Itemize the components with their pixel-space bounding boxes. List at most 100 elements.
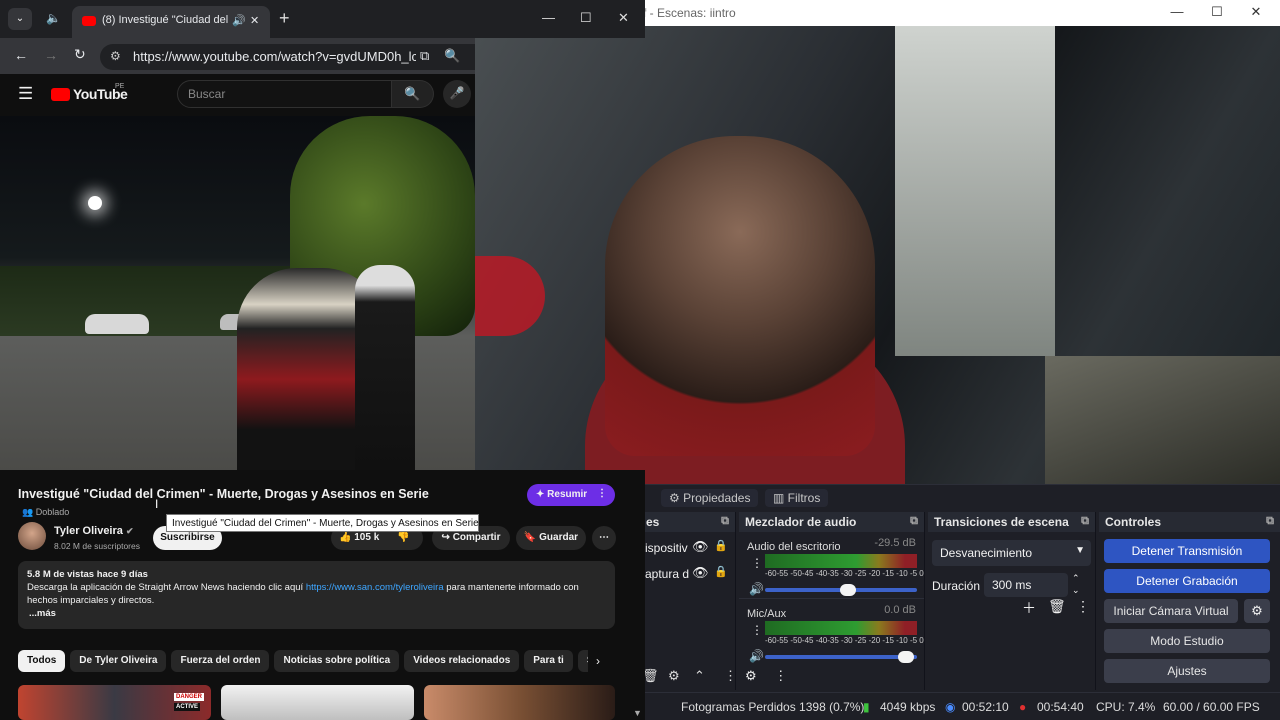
browser-window: ⌄ 🔈 (8) Investigué "Ciudad del C 🔊 ✕ + —…	[0, 0, 645, 470]
chevron-right-icon[interactable]: ›	[596, 654, 600, 668]
tab-audio-icon[interactable]: 🔈	[46, 11, 61, 25]
video-person-white-cap	[355, 265, 415, 470]
scroll-down-arrow[interactable]: ▼	[633, 708, 642, 718]
more-icon[interactable]: ⋮	[1076, 598, 1090, 615]
chip-politics-news[interactable]: Noticias sobre política	[274, 650, 400, 672]
add-icon[interactable]: ＋	[1022, 598, 1036, 618]
close-button[interactable]: ✕	[618, 10, 629, 26]
chip-recent[interactable]: Subidos recie	[577, 650, 588, 672]
preview-wall	[895, 26, 1055, 356]
properties-label: Propiedades	[683, 491, 751, 505]
minimize-button[interactable]: —	[1167, 4, 1187, 22]
forward-arrow-icon[interactable]: →	[44, 47, 58, 63]
channel-avatar[interactable]	[18, 522, 46, 550]
eye-icon[interactable]: 👁	[692, 539, 709, 555]
browser-tab-youtube[interactable]: (8) Investigué "Ciudad del C 🔊 ✕	[72, 6, 270, 38]
more-icon[interactable]: ⋮	[724, 668, 737, 684]
eye-icon[interactable]: 👁	[692, 565, 709, 581]
dock-popout-icon[interactable]: ⧉	[910, 515, 918, 528]
install-icon[interactable]: ⧉	[416, 48, 434, 64]
close-button[interactable]: ✕	[1246, 4, 1266, 22]
save-button[interactable]: 🔖 Guardar	[516, 526, 586, 550]
gear-icon[interactable]: ⚙	[745, 668, 757, 683]
gear-icon[interactable]: ⚙	[668, 668, 680, 684]
transitions-header: Transiciones de escena ⧉	[928, 512, 1095, 532]
search-icon: 🔍	[404, 86, 421, 101]
site-settings-icon[interactable]: ⚙	[110, 49, 121, 63]
tab-search-button[interactable]: ⌄	[8, 8, 32, 30]
duration-stepper[interactable]: ⌃ ⌄	[1072, 572, 1080, 596]
related-video-thumbnail[interactable]	[424, 685, 615, 720]
controls-title: Controles	[1105, 515, 1162, 529]
settings-button[interactable]: Ajustes	[1104, 659, 1270, 683]
search-button[interactable]: 🔍	[392, 80, 434, 108]
more-icon[interactable]: ⋮	[751, 623, 763, 637]
source-item-device[interactable]: ispositiv 👁 🔒	[640, 532, 735, 556]
voice-search-button[interactable]: 🎤	[443, 80, 471, 108]
tab-close-icon[interactable]: ✕	[250, 14, 259, 27]
lock-icon[interactable]: 🔒	[714, 565, 728, 578]
start-virtual-camera-button[interactable]: Iniciar Cámara Virtual	[1104, 599, 1238, 623]
gear-icon[interactable]: ⚙	[1244, 599, 1270, 623]
menu-icon[interactable]: ☰	[18, 84, 33, 104]
meter-scale: -60-55 -50-45 -40-35 -30 -25 -20 -15 -10…	[765, 636, 924, 645]
dock-popout-icon[interactable]: ⧉	[1081, 515, 1089, 528]
stop-streaming-button[interactable]: Detener Transmisión	[1104, 539, 1270, 563]
studio-mode-button[interactable]: Modo Estudio	[1104, 629, 1270, 653]
chip-channel[interactable]: De Tyler Oliveira	[70, 650, 167, 672]
volume-slider-handle[interactable]	[840, 584, 857, 596]
stop-recording-button[interactable]: Detener Grabación	[1104, 569, 1270, 593]
volume-slider[interactable]	[765, 651, 917, 663]
more-icon[interactable]: ⋮	[751, 556, 763, 570]
properties-button[interactable]: ⚙ Propiedades	[661, 489, 759, 507]
channel-name-row[interactable]: Tyler Oliveira ✔	[54, 525, 134, 537]
source-item-capture[interactable]: aptura d 👁 🔒	[640, 558, 735, 582]
more-icon[interactable]: ⋮	[597, 488, 607, 499]
trash-icon[interactable]: 🗑	[1048, 598, 1066, 615]
chip-for-you[interactable]: Para ti	[524, 650, 573, 672]
address-bar[interactable]: ⚙ https://www.youtube.com/watch?v=gvdUMD…	[100, 44, 475, 70]
show-more-link[interactable]: ...más	[27, 607, 606, 620]
chevron-up-icon[interactable]: ⌃	[694, 668, 705, 684]
chevron-down-icon: ▼	[1075, 545, 1085, 556]
duration-input[interactable]: 300 ms	[984, 573, 1068, 597]
new-tab-button[interactable]: +	[279, 8, 290, 29]
more-icon[interactable]: ⋮	[774, 668, 787, 683]
related-video-thumbnail[interactable]: DANGER ACTIVE	[18, 685, 211, 720]
channel-name: Audio del escritorio	[747, 541, 841, 553]
youtube-logo-icon[interactable]	[51, 88, 70, 101]
filters-label: Filtros	[787, 491, 821, 505]
share-icon: ↪	[441, 532, 450, 543]
transition-select[interactable]: Desvanecimiento ▼	[932, 540, 1091, 566]
filters-button[interactable]: ▥ Filtros	[765, 489, 829, 507]
chip-all[interactable]: Todos	[18, 650, 66, 672]
volume-slider[interactable]	[765, 584, 917, 596]
views-date: 5.8 M de vistas hace 9 días	[27, 569, 148, 580]
summarize-button[interactable]: ✦ Resumir ⋮	[527, 484, 615, 506]
speaker-icon[interactable]: 🔊	[749, 649, 764, 663]
description-box[interactable]: 5.8 M de vistas hace 9 días Descarga la …	[18, 561, 615, 629]
dock-popout-icon[interactable]: ⧉	[721, 515, 729, 528]
chip-law-enforcement[interactable]: Fuerza del orden	[171, 650, 270, 672]
transitions-title: Transiciones de escena	[934, 515, 1069, 529]
youtube-search-input[interactable]: Buscar	[177, 80, 392, 108]
related-video-thumbnail[interactable]	[221, 685, 414, 720]
dock-popout-icon[interactable]: ⧉	[1266, 515, 1274, 528]
zoom-icon[interactable]: 🔍	[444, 48, 460, 64]
maximize-button[interactable]: ☐	[580, 10, 592, 26]
reload-icon[interactable]: ↻	[74, 46, 86, 63]
lock-icon[interactable]: 🔒	[714, 539, 728, 552]
transition-select-value: Desvanecimiento	[940, 546, 1033, 560]
description-link[interactable]: https://www.san.com/tyleroliveira	[306, 582, 444, 593]
maximize-button[interactable]: ☐	[1207, 4, 1227, 22]
speaker-icon[interactable]: 🔊	[749, 582, 764, 596]
chip-related[interactable]: Videos relacionados	[404, 650, 520, 672]
minimize-button[interactable]: —	[542, 10, 555, 25]
speaker-icon[interactable]: 🔊	[228, 14, 246, 27]
like-button[interactable]: 👍 105 k	[339, 532, 379, 543]
tab-title: (8) Investigué "Ciudad del C	[102, 14, 240, 26]
more-actions-button[interactable]: ⋯	[592, 526, 616, 550]
volume-slider-handle[interactable]	[897, 651, 914, 663]
back-arrow-icon[interactable]: ←	[14, 47, 28, 63]
camera-preview[interactable]	[475, 26, 1280, 486]
